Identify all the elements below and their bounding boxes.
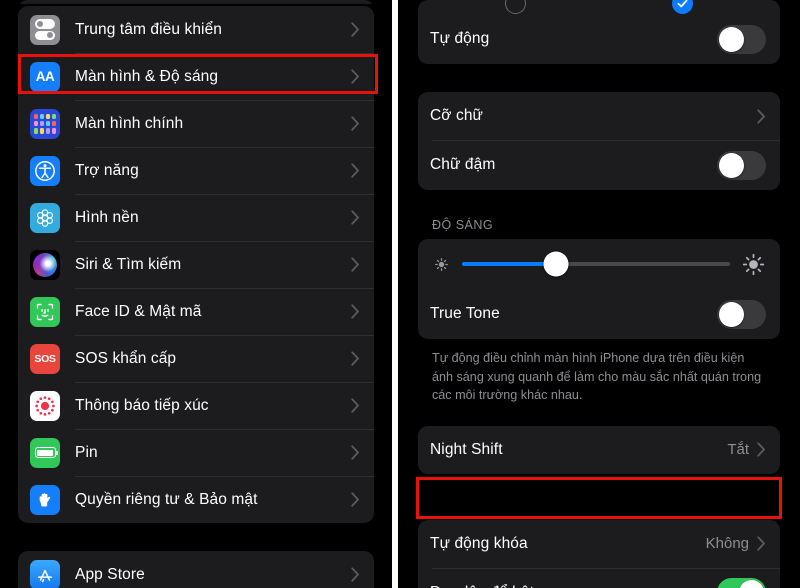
home-screen-icon xyxy=(30,108,60,139)
night-shift-row[interactable]: Night Shift Tắt xyxy=(418,426,780,474)
chevron-right-icon xyxy=(351,210,360,225)
brightness-slider-row[interactable] xyxy=(418,239,780,289)
face-id-icon xyxy=(30,296,60,327)
bold-text-label: Chữ đậm xyxy=(430,156,496,173)
chevron-right-icon xyxy=(351,351,360,366)
appearance-picker[interactable] xyxy=(418,0,780,14)
font-size-row[interactable]: Cỡ chữ xyxy=(418,92,780,140)
appearance-light-radio[interactable] xyxy=(505,0,526,14)
chevron-right-icon xyxy=(351,69,360,84)
brightness-slider-thumb[interactable] xyxy=(543,251,569,277)
chevron-right-icon xyxy=(351,116,360,131)
control-center-icon xyxy=(30,14,60,45)
brightness-slider-fill xyxy=(462,262,556,266)
sidebar-item-face-id-passcode[interactable]: Face ID & Mật mã xyxy=(18,288,374,335)
settings-group-system: Trung tâm điều khiển AA Màn hình & Độ sá… xyxy=(18,6,374,523)
sidebar-item-label: Màn hình & Độ sáng xyxy=(75,67,219,85)
true-tone-label: True Tone xyxy=(430,305,500,322)
night-shift-label: Night Shift xyxy=(430,440,503,458)
sidebar-item-control-center[interactable]: Trung tâm điều khiển xyxy=(18,6,374,53)
true-tone-toggle[interactable] xyxy=(717,299,766,329)
brightness-slider-track[interactable] xyxy=(462,251,730,277)
raise-to-wake-label: Đưa lên để bật xyxy=(430,584,717,588)
right-screen-display-brightness: Tự động Cỡ chữ Chữ đậm ĐỘ SÁNG True Tone… xyxy=(398,0,800,588)
sidebar-item-label: Hình nền xyxy=(75,208,139,226)
night-shift-value: Tắt xyxy=(727,441,749,458)
sidebar-item-label: Thông báo tiếp xúc xyxy=(75,396,209,414)
bold-text-toggle[interactable] xyxy=(717,150,766,180)
auto-appearance-row[interactable]: Tự động xyxy=(418,14,780,64)
chevron-right-icon xyxy=(351,445,360,460)
chevron-right-icon xyxy=(757,442,766,457)
raise-to-wake-toggle[interactable] xyxy=(717,578,766,588)
sidebar-item-accessibility[interactable]: Trợ năng xyxy=(18,147,374,194)
sidebar-item-privacy-security[interactable]: Quyền riêng tư & Bảo mật xyxy=(18,476,374,523)
sidebar-item-label: Quyền riêng tư & Bảo mật xyxy=(75,490,258,508)
battery-icon xyxy=(30,437,60,468)
wallpaper-icon xyxy=(30,202,60,233)
sidebar-item-app-store[interactable]: App Store xyxy=(18,551,374,588)
privacy-hand-icon xyxy=(30,484,60,515)
sidebar-item-home-screen[interactable]: Màn hình chính xyxy=(18,100,374,147)
lock-group: Tự động khóa Không Đưa lên để bật xyxy=(418,519,780,588)
auto-lock-label: Tự động khóa xyxy=(430,534,528,552)
sidebar-item-label: Pin xyxy=(75,443,98,461)
chevron-right-icon xyxy=(351,163,360,178)
chevron-right-icon xyxy=(757,108,766,124)
chevron-right-icon xyxy=(351,492,360,507)
sidebar-item-label: Face ID & Mật mã xyxy=(75,302,202,320)
true-tone-row[interactable]: True Tone xyxy=(418,289,780,339)
sidebar-item-label: Trung tâm điều khiển xyxy=(75,20,223,38)
chevron-right-icon xyxy=(351,304,360,319)
font-size-label: Cỡ chữ xyxy=(430,107,484,124)
sidebar-item-battery[interactable]: Pin xyxy=(18,429,374,476)
app-store-icon xyxy=(30,559,60,588)
sidebar-item-label: Siri & Tìm kiếm xyxy=(75,255,182,273)
chevron-right-icon xyxy=(351,398,360,413)
accessibility-icon xyxy=(30,155,60,186)
sidebar-item-label: Màn hình chính xyxy=(75,114,184,132)
chevron-right-icon xyxy=(757,536,766,551)
auto-appearance-toggle[interactable] xyxy=(717,24,766,54)
sidebar-item-label: Trợ năng xyxy=(75,161,139,179)
sidebar-item-label: SOS khẩn cấp xyxy=(75,349,177,367)
true-tone-footnote: Tự động điều chỉnh màn hình iPhone dựa t… xyxy=(432,351,762,402)
sidebar-item-exposure-notifications[interactable]: Thông báo tiếp xúc xyxy=(18,382,374,429)
dual-screenshot-container: Trung tâm điều khiển AA Màn hình & Độ sá… xyxy=(0,0,800,588)
brightness-low-icon xyxy=(432,255,451,274)
auto-appearance-label: Tự động xyxy=(430,30,490,47)
exposure-notification-icon xyxy=(30,390,60,421)
night-shift-group: Night Shift Tắt xyxy=(418,425,780,474)
display-brightness-icon: AA xyxy=(30,61,60,92)
brightness-group: True Tone xyxy=(418,239,780,339)
appearance-dark-radio-selected[interactable] xyxy=(672,0,693,14)
brightness-section-header: ĐỘ SÁNG xyxy=(432,218,494,232)
chevron-right-icon xyxy=(351,567,360,582)
settings-group-store: App Store Ví & Apple Pay xyxy=(18,551,374,588)
chevron-right-icon xyxy=(351,257,360,272)
raise-to-wake-row[interactable]: Đưa lên để bật xyxy=(418,567,780,588)
appearance-group: Tự động xyxy=(418,0,780,64)
sidebar-item-siri-search[interactable]: Siri & Tìm kiếm xyxy=(18,241,374,288)
siri-icon xyxy=(30,249,60,280)
auto-lock-value: Không xyxy=(705,535,749,552)
brightness-high-icon xyxy=(741,252,766,277)
bold-text-row[interactable]: Chữ đậm xyxy=(418,140,780,190)
left-screen-settings-list: Trung tâm điều khiển AA Màn hình & Độ sá… xyxy=(0,0,392,588)
sidebar-item-display-brightness[interactable]: AA Màn hình & Độ sáng xyxy=(18,53,374,100)
auto-lock-row[interactable]: Tự động khóa Không xyxy=(418,520,780,568)
text-settings-group: Cỡ chữ Chữ đậm xyxy=(418,92,780,190)
chevron-right-icon xyxy=(351,22,360,37)
sidebar-item-emergency-sos[interactable]: SOS SOS khẩn cấp xyxy=(18,335,374,382)
sidebar-item-wallpaper[interactable]: Hình nền xyxy=(18,194,374,241)
sidebar-item-label: App Store xyxy=(75,565,145,583)
emergency-sos-icon: SOS xyxy=(30,343,60,374)
